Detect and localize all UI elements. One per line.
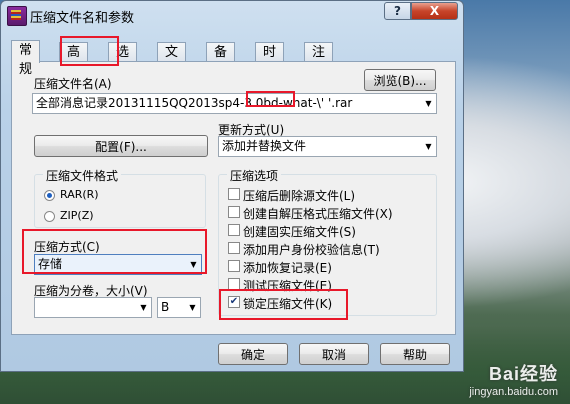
watermark-url: jingyan.baidu.com — [469, 386, 558, 398]
highlight-box-compression-method — [22, 229, 207, 274]
close-button[interactable]: X — [411, 2, 458, 20]
update-mode-select[interactable]: 添加并替换文件 ▼ — [218, 136, 437, 157]
split-unit-select[interactable]: B ▼ — [157, 297, 201, 318]
highlight-box-advanced-tab — [60, 36, 119, 66]
archive-name-value: 全部消息记录20131115QQ2013sp4-3.0bd-what-\' '.… — [36, 96, 353, 110]
title-bar[interactable]: 压缩文件名和参数 ? X — [1, 1, 463, 29]
tab-backup[interactable]: 备份 — [206, 42, 236, 79]
solid-checkbox[interactable] — [228, 224, 240, 236]
cancel-button[interactable]: 取消 — [299, 343, 369, 365]
rar-radio[interactable] — [44, 190, 55, 201]
recovery-record-label[interactable]: 添加恢复记录(E) — [243, 259, 332, 276]
split-size-input[interactable]: ▼ — [34, 297, 152, 318]
archive-name-label: 压缩文件名(A) — [34, 77, 112, 91]
tab-general[interactable]: 常规 — [11, 40, 41, 77]
archive-options-title: 压缩选项 — [227, 167, 282, 184]
help-title-button[interactable]: ? — [384, 2, 411, 20]
chevron-down-icon[interactable]: ▼ — [136, 298, 151, 317]
delete-after-checkbox[interactable] — [228, 188, 240, 200]
authenticity-label[interactable]: 添加用户身份校验信息(T) — [243, 241, 380, 258]
solid-label[interactable]: 创建固实压缩文件(S) — [243, 223, 356, 240]
help-button[interactable]: 帮助 — [380, 343, 450, 365]
sfx-checkbox[interactable] — [228, 206, 240, 218]
tab-comment[interactable]: 注释 — [304, 42, 334, 79]
ok-button[interactable]: 确定 — [218, 343, 288, 365]
chevron-down-icon[interactable]: ▼ — [421, 94, 436, 113]
chevron-down-icon[interactable]: ▼ — [185, 298, 200, 317]
recovery-record-checkbox[interactable] — [228, 260, 240, 272]
window-title: 压缩文件名和参数 — [30, 11, 135, 26]
highlight-box-lock-archive — [219, 289, 348, 320]
sfx-label[interactable]: 创建自解压格式压缩文件(X) — [243, 205, 393, 222]
archive-format-group: 压缩文件格式 RAR(R) ZIP(Z) — [34, 167, 206, 228]
tab-files[interactable]: 文件 — [157, 42, 187, 79]
zip-radio[interactable] — [44, 211, 55, 222]
browse-button[interactable]: 浏览(B)... — [364, 69, 436, 91]
watermark: Bai经验 jingyan.baidu.com — [469, 360, 558, 398]
archive-format-title: 压缩文件格式 — [43, 167, 122, 184]
chevron-down-icon[interactable]: ▼ — [421, 137, 436, 156]
profiles-button[interactable]: 配置(F)... — [34, 135, 208, 157]
archive-name-input[interactable]: 全部消息记录20131115QQ2013sp4-3.0bd-what-\' '.… — [32, 93, 437, 114]
zip-radio-label[interactable]: ZIP(Z) — [60, 209, 94, 222]
winrar-icon — [7, 6, 27, 26]
watermark-logo-text: Bai经验 — [488, 364, 558, 384]
authenticity-checkbox[interactable] — [228, 242, 240, 254]
delete-after-label[interactable]: 压缩后删除源文件(L) — [243, 187, 355, 204]
tab-time[interactable]: 时间 — [255, 42, 285, 79]
highlight-box-filename-part — [246, 91, 295, 107]
update-mode-value: 添加并替换文件 — [222, 139, 307, 153]
rar-radio-label[interactable]: RAR(R) — [60, 188, 99, 201]
split-unit-value: B — [161, 300, 170, 314]
